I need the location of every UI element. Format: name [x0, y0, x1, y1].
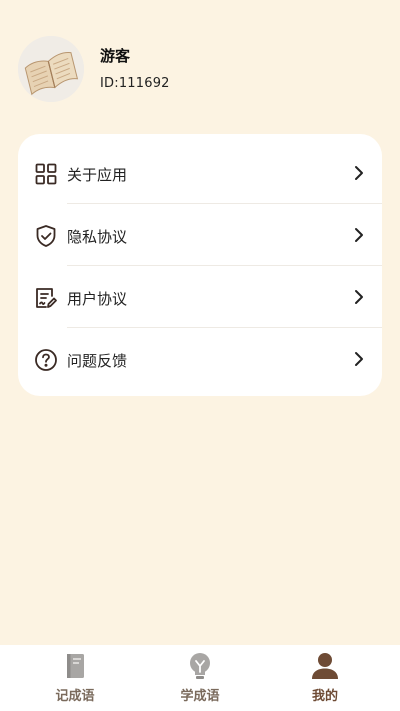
- menu-item-privacy-policy[interactable]: 隐私协议: [18, 204, 382, 266]
- user-icon: [310, 651, 340, 681]
- tab-label: 记成语: [55, 689, 95, 704]
- menu-item-feedback[interactable]: 问题反馈: [18, 328, 382, 390]
- chevron-right-icon: [352, 165, 366, 181]
- document-edit-icon: [34, 286, 58, 310]
- menu-item-label: 关于应用: [67, 166, 128, 184]
- tab-label: 学成语: [180, 689, 220, 704]
- tab-learn-idioms[interactable]: 学成语: [133, 645, 267, 711]
- tab-label: 我的: [311, 689, 338, 704]
- book-avatar-icon: [18, 36, 84, 102]
- menu-item-label: 问题反馈: [67, 352, 128, 370]
- chevron-right-icon: [352, 351, 366, 367]
- user-id: ID:111692: [100, 76, 170, 91]
- bottom-tab-bar: 记成语 学成语 我的: [0, 645, 400, 711]
- chevron-right-icon: [352, 227, 366, 243]
- menu-item-label: 隐私协议: [67, 228, 128, 246]
- lightbulb-icon: [185, 651, 215, 681]
- menu-item-about-app[interactable]: 关于应用: [18, 142, 382, 204]
- profile-header: 游客 ID:111692: [18, 36, 378, 106]
- avatar[interactable]: [18, 36, 84, 102]
- tab-record-idioms[interactable]: 记成语: [8, 645, 142, 711]
- grid-icon: [34, 162, 58, 186]
- shield-check-icon: [34, 224, 58, 248]
- chevron-right-icon: [352, 289, 366, 305]
- tab-mine[interactable]: 我的: [258, 645, 392, 711]
- notebook-icon: [60, 651, 90, 681]
- menu-item-label: 用户协议: [67, 290, 128, 308]
- menu-item-user-agreement[interactable]: 用户协议: [18, 266, 382, 328]
- settings-menu-card: 关于应用 隐私协议 用户协议 问题反馈: [18, 134, 382, 396]
- question-circle-icon: [34, 348, 58, 372]
- user-name: 游客: [100, 47, 131, 65]
